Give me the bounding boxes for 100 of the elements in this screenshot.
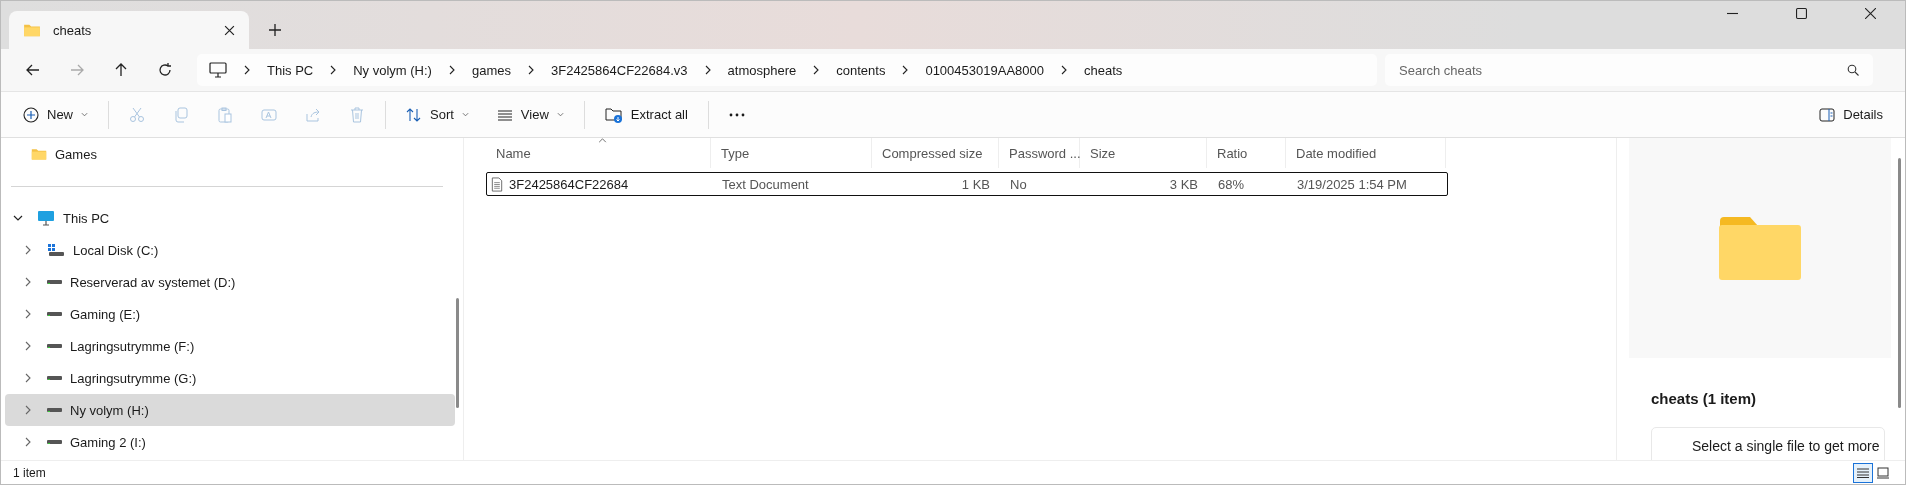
copy-icon: [173, 106, 189, 123]
chevron-right-icon[interactable]: [23, 373, 33, 383]
sort-icon: [406, 106, 422, 123]
chevron-right-icon[interactable]: [23, 245, 33, 255]
folder-icon: [1718, 215, 1802, 281]
system-drive-icon: [47, 243, 65, 257]
sidebar-item[interactable]: Local Disk (C:): [5, 234, 455, 266]
details-button[interactable]: Details: [1809, 101, 1893, 128]
folder-icon: [31, 147, 47, 161]
clipboard-icon: [217, 106, 233, 123]
list-icon: [1857, 467, 1869, 478]
folder-icon: [23, 23, 41, 37]
file-row[interactable]: 3F2425864CF22684 Text Document 1 KB No 3 KB 68% 3/19/2025 1:54 PM: [486, 172, 1448, 196]
chevron-icon[interactable]: [704, 65, 711, 75]
scissors-icon: [129, 106, 145, 123]
sort-caret-icon: [598, 138, 607, 143]
chevron-icon[interactable]: [813, 65, 820, 75]
back-icon[interactable]: [25, 62, 41, 78]
scrollbar[interactable]: [456, 298, 459, 408]
breadcrumb-item[interactable]: Ny volym (H:): [353, 62, 432, 78]
chevron-right-icon[interactable]: [23, 341, 33, 351]
column-header[interactable]: Name: [486, 138, 711, 168]
details-view-button[interactable]: [1853, 462, 1873, 483]
column-header[interactable]: Password ...: [999, 138, 1080, 168]
window-icon: [1877, 466, 1889, 479]
table-cell: 3F2425864CF22684: [509, 176, 629, 192]
breadcrumb-item[interactable]: 3F2425864CF22684.v3: [551, 62, 688, 78]
folder-extract-icon: [604, 106, 623, 123]
chevron-right-icon[interactable]: [23, 437, 33, 447]
caret-icon: [461, 112, 469, 117]
chevron-icon[interactable]: [1060, 65, 1067, 75]
drive-icon: [47, 312, 62, 316]
status-text: 1 item: [13, 465, 46, 480]
new-tab-icon[interactable]: [269, 24, 281, 36]
address-bar[interactable]: This PC Ny volym (H:) games 3F2425864CF22684.v3 atmosphere contents 0100453019AA8000 cheats: [197, 54, 1377, 86]
chevron-icon[interactable]: [330, 65, 337, 75]
sort-button[interactable]: Sort: [396, 100, 479, 129]
sidebar-item[interactable]: Gaming (E:): [5, 298, 455, 330]
more-icon: [728, 112, 745, 117]
monitor-icon: [37, 210, 55, 226]
table-cell: 3 KB: [1169, 176, 1198, 192]
table-cell: 3/19/2025 1:54 PM: [1297, 176, 1407, 192]
trash-icon: [349, 106, 365, 123]
column-header[interactable]: Compressed size: [872, 138, 999, 168]
table-cell: 1 KB: [961, 176, 990, 192]
caret-icon: [556, 112, 564, 117]
chevron-right-icon[interactable]: [23, 277, 33, 287]
chevron-icon[interactable]: [448, 65, 455, 75]
drive-icon: [47, 408, 62, 412]
up-icon[interactable]: [113, 62, 129, 78]
close-icon[interactable]: [1865, 7, 1876, 19]
table-cell: No: [1010, 176, 1027, 192]
column-header[interactable]: Size: [1080, 138, 1207, 168]
new-button[interactable]: New: [13, 100, 98, 129]
column-header[interactable]: Type: [711, 138, 872, 168]
close-icon[interactable]: [224, 24, 235, 36]
text-file-icon: [491, 176, 503, 192]
chevron-icon[interactable]: [528, 65, 534, 75]
sidebar-item[interactable]: This PC: [5, 202, 455, 234]
drive-icon: [47, 280, 62, 284]
breadcrumb-item[interactable]: contents: [836, 62, 886, 78]
table-cell: 68%: [1218, 176, 1245, 192]
sidebar-item[interactable]: Ny volym (H:): [5, 394, 455, 426]
sidebar-item[interactable]: Gaming 2 (I:): [5, 426, 455, 458]
rename-icon: [261, 106, 277, 123]
chevron-right-icon[interactable]: [23, 309, 33, 319]
drive-icon: [47, 376, 62, 380]
breadcrumb-item[interactable]: atmosphere: [727, 62, 797, 78]
search-icon: [1847, 64, 1859, 76]
sidebar-item[interactable]: Lagringsutrymme (G:): [5, 362, 455, 394]
maximize-icon[interactable]: [1796, 7, 1807, 19]
breadcrumb-item[interactable]: 0100453019AA8000: [925, 62, 1044, 78]
sidebar-item[interactable]: Reserverad av systemet (D:): [5, 266, 455, 298]
drive-icon: [47, 344, 62, 348]
refresh-icon[interactable]: [157, 62, 173, 78]
info-text: Select a single file to get more: [1692, 438, 1880, 454]
chevron-right-icon[interactable]: [23, 405, 33, 415]
table-cell: Text Document: [722, 176, 809, 192]
caret-icon: [81, 112, 88, 117]
search-field[interactable]: Search cheats: [1385, 54, 1873, 86]
scrollbar[interactable]: [1898, 158, 1901, 408]
chevron-icon[interactable]: [902, 65, 909, 75]
monitor-icon: [209, 62, 227, 78]
window-tab[interactable]: cheats: [9, 11, 249, 49]
extract-button[interactable]: Extract all: [594, 100, 698, 129]
sidebar-item[interactable]: Lagringsutrymme (F:): [5, 330, 455, 362]
panel-icon: [1819, 107, 1836, 122]
chevron-icon[interactable]: [244, 65, 250, 75]
column-header[interactable]: Ratio: [1207, 138, 1286, 168]
breadcrumb-item[interactable]: cheats: [1083, 62, 1123, 78]
view-button[interactable]: View: [486, 100, 574, 129]
sidebar-item[interactable]: Games: [5, 138, 455, 170]
breadcrumb-item[interactable]: This PC: [267, 62, 314, 78]
breadcrumb-item[interactable]: games: [471, 62, 511, 78]
share-icon: [305, 106, 321, 123]
details-title: cheats (1 item): [1651, 390, 1758, 407]
plus-circle-icon: [23, 106, 39, 123]
chevron-down-icon[interactable]: [13, 213, 23, 223]
drive-icon: [47, 440, 62, 444]
column-header[interactable]: Date modified: [1286, 138, 1446, 168]
